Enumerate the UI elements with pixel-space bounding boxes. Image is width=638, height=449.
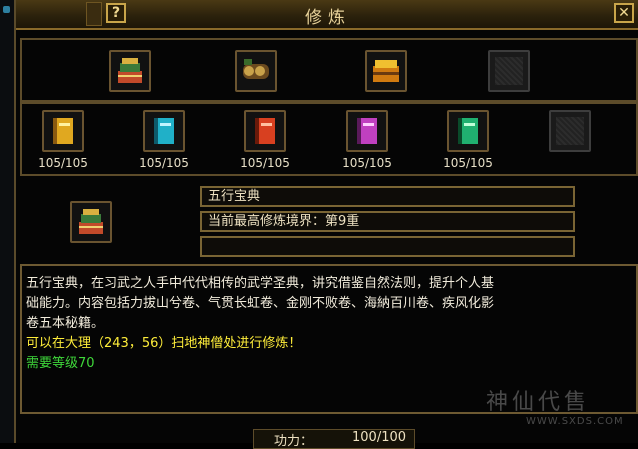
purple-book-icon xyxy=(357,118,377,144)
category-slot-empty xyxy=(488,50,530,92)
category-slot-1[interactable] xyxy=(109,50,151,92)
cyan-book-icon xyxy=(154,118,174,144)
power-label: 功力： xyxy=(274,434,314,449)
description-line-3: 卷五本秘籍。 xyxy=(26,316,105,331)
red-book-icon xyxy=(255,118,275,144)
training-location-hint: 可以在大理（243，56）扫地神僧处进行修炼！ xyxy=(26,336,302,351)
title-bar: ? 修炼 ✕ xyxy=(16,0,638,30)
cultivation-window: ? 修炼 ✕ 105/105 105/105 105/105 105/105 1… xyxy=(14,0,638,449)
close-button[interactable]: ✕ xyxy=(614,3,634,23)
category-slot-2[interactable] xyxy=(235,50,277,92)
selected-book-name: 五行宝典 xyxy=(200,186,575,207)
scroll-bundle-icon xyxy=(243,59,269,79)
book-slot-2[interactable] xyxy=(143,110,185,152)
book-count-1: 105/105 xyxy=(38,156,88,170)
category-slot-3[interactable] xyxy=(365,50,407,92)
edge-indicator-icon xyxy=(3,6,10,13)
watermark: 神仙代售 WWW.SXDS.COM xyxy=(486,384,636,434)
skill-category-panel xyxy=(20,38,638,102)
book-slot-empty xyxy=(549,110,591,152)
description-line-1: 五行宝典，在习武之人手中代代相传的武学圣典，讲究借鉴自然法则，提升个人基 xyxy=(26,276,495,291)
yellow-book-icon xyxy=(53,118,73,144)
book-stack-icon xyxy=(79,209,103,234)
power-bar: 功力： 100/100 xyxy=(253,429,415,449)
green-book-icon xyxy=(458,118,478,144)
book-slot-1[interactable] xyxy=(42,110,84,152)
left-edge-strip xyxy=(0,0,14,443)
book-slot-3[interactable] xyxy=(244,110,286,152)
description-line-2: 础能力。内容包括力拔山兮卷、气贯长虹卷、金刚不败卷、海納百川卷、疾风化影 xyxy=(26,296,495,311)
book-count-4: 105/105 xyxy=(342,156,392,170)
required-level: 需要等级70 xyxy=(26,356,95,371)
selected-book-slot[interactable] xyxy=(70,201,112,243)
book-count-3: 105/105 xyxy=(240,156,290,170)
watermark-text: 神仙代售 xyxy=(486,390,591,415)
watermark-url: WWW.SXDS.COM xyxy=(526,416,624,427)
book-count-2: 105/105 xyxy=(139,156,189,170)
book-list-panel: 105/105 105/105 105/105 105/105 105/105 xyxy=(20,102,638,176)
current-realm: 当前最高修炼境界：第9重 xyxy=(200,211,575,232)
gold-chest-icon xyxy=(373,60,399,82)
book-stack-icon xyxy=(118,58,142,83)
extra-info-field xyxy=(200,236,575,257)
book-slot-5[interactable] xyxy=(447,110,489,152)
window-title: 修炼 xyxy=(305,8,351,28)
book-count-5: 105/105 xyxy=(443,156,493,170)
description-text: 五行宝典，在习武之人手中代代相传的武学圣典，讲究借鉴自然法则，提升个人基 础能力… xyxy=(26,274,630,374)
book-slot-4[interactable] xyxy=(346,110,388,152)
